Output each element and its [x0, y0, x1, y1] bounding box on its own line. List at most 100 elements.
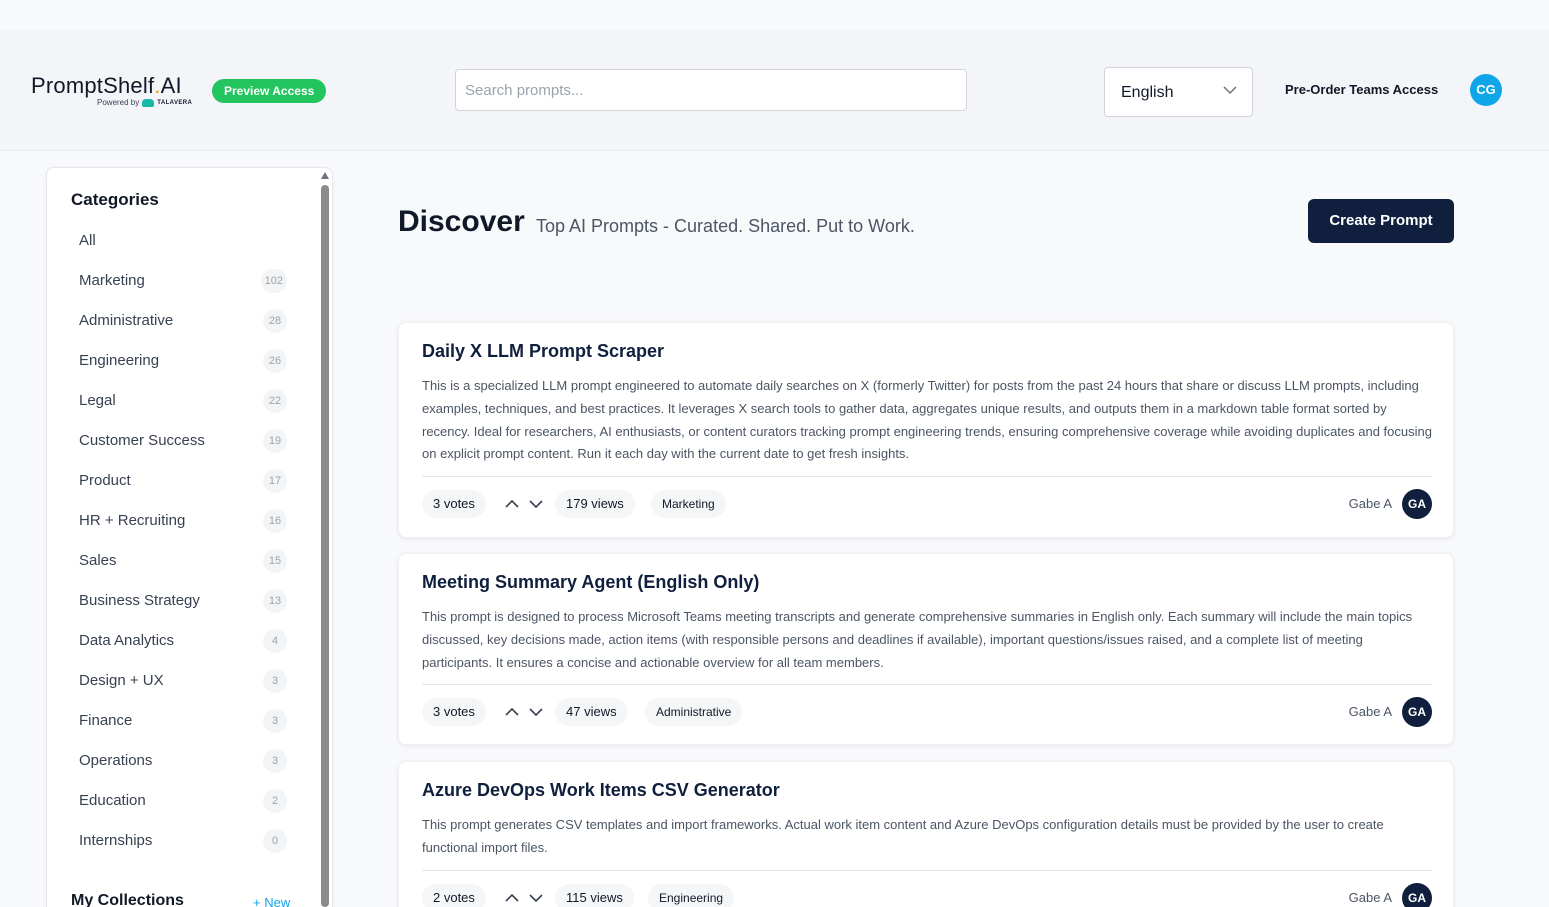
logo[interactable]: PromptShelf.AI Powered by TALAVERA	[31, 73, 192, 107]
votes-badge: 2 votes	[422, 883, 486, 907]
downvote-icon[interactable]	[528, 704, 544, 720]
categories-sidebar: Categories All Marketing 102 Administrative…	[46, 167, 333, 907]
prompt-title[interactable]: Azure DevOps Work Items CSV Generator	[422, 780, 780, 801]
views-badge: 47 views	[555, 698, 628, 727]
sidebar-item-label: Design + UX	[79, 672, 164, 689]
sidebar-scrollbar[interactable]	[321, 185, 329, 907]
upvote-icon[interactable]	[504, 704, 520, 720]
views-badge: 115 views	[555, 883, 634, 907]
prompt-card[interactable]: Daily X LLM Prompt Scraper This is a spe…	[398, 322, 1454, 538]
category-count-badge: 13	[263, 589, 287, 613]
author-name: Gabe A	[1348, 496, 1392, 512]
app-header: PromptShelf.AI Powered by TALAVERA Previ…	[0, 30, 1549, 151]
sidebar-item-operations[interactable]: Operations 3	[71, 746, 287, 776]
prompt-card[interactable]: Azure DevOps Work Items CSV Generator Th…	[398, 761, 1454, 907]
category-count-badge: 16	[263, 509, 287, 533]
card-footer: 3 votes 179 views Marketing Gabe A GA	[422, 489, 1432, 520]
votes-badge: 3 votes	[422, 698, 486, 727]
sidebar-item-product[interactable]: Product 17	[71, 466, 287, 496]
category-count-badge: 17	[263, 469, 287, 493]
sidebar-item-label: All	[79, 232, 96, 249]
card-divider	[422, 476, 1432, 478]
prompt-description: This prompt generates CSV templates and …	[422, 817, 1384, 855]
category-count-badge: 3	[263, 749, 287, 773]
sidebar-item-internships[interactable]: Internships 0	[71, 826, 287, 856]
card-divider	[422, 869, 1432, 871]
chevron-down-icon	[1223, 86, 1237, 95]
category-tag[interactable]: Marketing	[651, 490, 726, 519]
logo-powered-by: Powered by TALAVERA	[97, 98, 193, 107]
sidebar-item-business-strategy[interactable]: Business Strategy 13	[71, 586, 287, 616]
category-count-badge: 19	[263, 429, 287, 453]
page-subtitle: Top AI Prompts - Curated. Shared. Put to…	[536, 216, 915, 236]
sidebar-item-data-analytics[interactable]: Data Analytics 4	[71, 626, 287, 656]
sidebar-item-hr-recruiting[interactable]: HR + Recruiting 16	[71, 506, 287, 536]
language-select[interactable]: English	[1104, 67, 1253, 117]
card-divider	[422, 684, 1432, 686]
sidebar-item-legal[interactable]: Legal 22	[71, 386, 287, 416]
preorder-teams-link[interactable]: Pre-Order Teams Access	[1285, 82, 1438, 97]
sidebar-item-label: Education	[79, 792, 146, 809]
sidebar-item-marketing[interactable]: Marketing 102	[71, 266, 287, 296]
page-title: Discover	[398, 205, 525, 238]
category-count-badge: 26	[263, 349, 287, 373]
author-avatar: GA	[1402, 697, 1432, 728]
author-name: Gabe A	[1348, 704, 1392, 720]
sidebar-item-label: HR + Recruiting	[79, 512, 186, 529]
sidebar-item-sales[interactable]: Sales 15	[71, 546, 287, 576]
author-avatar: GA	[1402, 489, 1432, 520]
category-count-badge: 0	[263, 829, 287, 853]
sidebar-item-finance[interactable]: Finance 3	[71, 706, 287, 736]
category-count-badge: 3	[263, 669, 287, 693]
sidebar-item-engineering[interactable]: Engineering 26	[71, 346, 287, 376]
card-footer: 2 votes 115 views Engineering Gabe A GA	[422, 882, 1432, 907]
upvote-icon[interactable]	[504, 496, 520, 512]
author-avatar: GA	[1402, 882, 1432, 907]
sidebar-item-administrative[interactable]: Administrative 28	[71, 306, 287, 336]
create-prompt-button[interactable]: Create Prompt	[1308, 199, 1454, 243]
sidebar-item-label: Data Analytics	[79, 632, 175, 649]
views-badge: 179 views	[555, 490, 635, 519]
sidebar-item-label: Business Strategy	[79, 592, 200, 609]
categories-title: Categories	[71, 190, 159, 209]
sidebar-item-label: Legal	[79, 392, 116, 409]
category-count-badge: 2	[263, 789, 287, 813]
sidebar-item-education[interactable]: Education 2	[71, 786, 287, 816]
talavera-logo-icon	[142, 98, 155, 107]
sidebar-item-label: Product	[79, 472, 131, 489]
sidebar-item-label: Customer Success	[79, 432, 205, 449]
downvote-icon[interactable]	[528, 890, 544, 906]
votes-badge: 3 votes	[422, 490, 486, 519]
category-tag[interactable]: Administrative	[645, 698, 743, 727]
prompt-description: This is a specialized LLM prompt enginee…	[422, 378, 1432, 462]
search-input[interactable]	[455, 69, 967, 111]
preview-access-badge: Preview Access	[212, 79, 327, 103]
sidebar-item-label: Internships	[79, 832, 153, 849]
category-tag[interactable]: Engineering	[648, 883, 735, 907]
new-collection-button[interactable]: + New	[253, 895, 290, 907]
prompt-description: This prompt is designed to process Micro…	[422, 609, 1413, 670]
sidebar-item-label: Engineering	[79, 352, 160, 369]
category-count-badge: 22	[263, 389, 287, 413]
sidebar-item-design-ux[interactable]: Design + UX 3	[71, 666, 287, 696]
my-collections-title: My Collections	[71, 892, 184, 907]
sidebar-item-all[interactable]: All	[71, 226, 287, 256]
user-avatar[interactable]: CG	[1470, 74, 1502, 106]
category-count-badge: 15	[263, 549, 287, 573]
prompt-title[interactable]: Meeting Summary Agent (English Only)	[422, 572, 759, 593]
sidebar-item-customer-success[interactable]: Customer Success 19	[71, 426, 287, 456]
prompt-title[interactable]: Daily X LLM Prompt Scraper	[422, 341, 664, 362]
author-name: Gabe A	[1348, 889, 1392, 905]
downvote-icon[interactable]	[528, 496, 544, 512]
logo-text: PromptShelf.AI	[31, 73, 182, 98]
category-count-badge: 28	[263, 309, 287, 333]
language-select-value: English	[1121, 84, 1174, 101]
scroll-up-arrow-icon[interactable]	[321, 172, 329, 179]
prompt-card[interactable]: Meeting Summary Agent (English Only) Thi…	[398, 553, 1454, 745]
sidebar-item-label: Operations	[79, 752, 153, 769]
category-count-badge: 4	[263, 629, 287, 653]
upvote-icon[interactable]	[504, 890, 520, 906]
card-footer: 3 votes 47 views Administrative Gabe A G…	[422, 697, 1432, 728]
category-count-badge: 102	[260, 269, 287, 293]
sidebar-item-label: Marketing	[79, 272, 145, 289]
